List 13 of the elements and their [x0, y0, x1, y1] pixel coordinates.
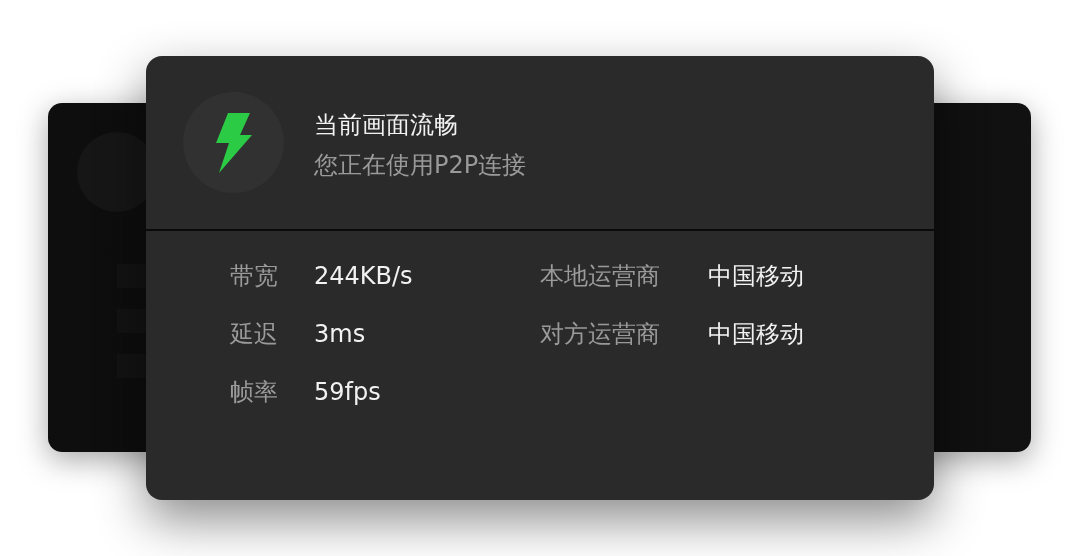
stat-value: 3ms	[314, 319, 367, 350]
carrier-value: 中国移动	[708, 319, 805, 350]
status-subtitle: 您正在使用P2P连接	[314, 149, 527, 181]
stat-label: 延迟	[230, 319, 279, 350]
stat-value: 59fps	[314, 377, 382, 408]
stat-value: 244KB/s	[314, 261, 414, 292]
lightning-icon	[215, 112, 252, 173]
carrier-value: 中国移动	[708, 261, 805, 292]
status-title: 当前画面流畅	[314, 109, 459, 141]
stat-label: 带宽	[230, 261, 279, 292]
carrier-label: 对方运营商	[540, 319, 661, 350]
stat-label: 帧率	[230, 377, 279, 408]
carrier-label: 本地运营商	[540, 261, 661, 292]
